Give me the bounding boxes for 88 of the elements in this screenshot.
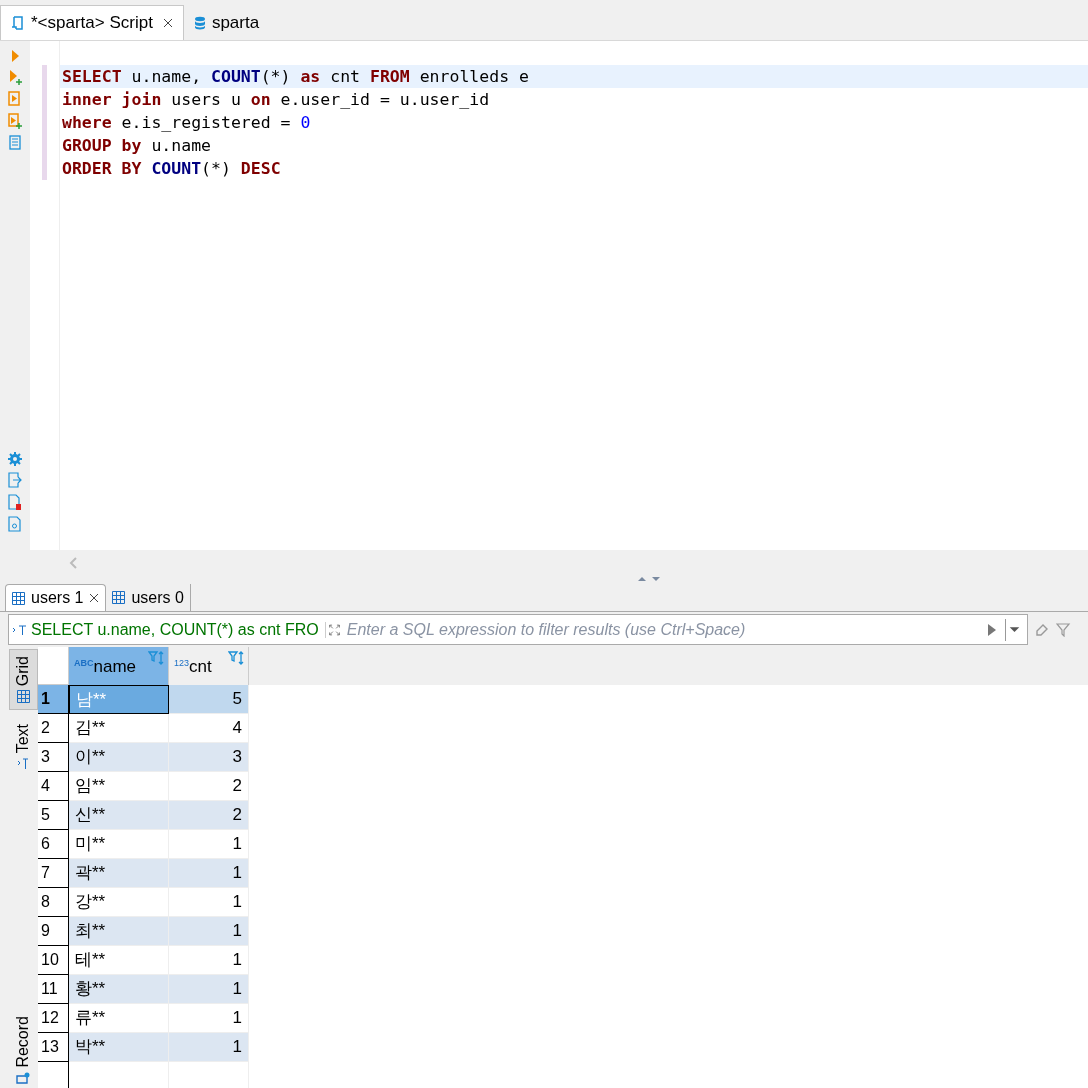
code-line: GROUP by u.name — [62, 136, 212, 155]
row-number[interactable]: 9 — [38, 917, 69, 946]
view-tab[interactable]: Grid — [8, 649, 38, 711]
table-cell: 류** — [69, 1004, 169, 1033]
close-icon[interactable] — [162, 18, 173, 28]
record-tab[interactable]: Record — [8, 1012, 38, 1088]
play-icon[interactable] — [987, 622, 997, 637]
table-cell: 1 — [169, 830, 249, 859]
column-label: cnt — [189, 655, 212, 678]
tab-label: *<sparta> Script — [31, 12, 153, 35]
row-number[interactable]: 6 — [38, 830, 69, 859]
table-cell: 박** — [69, 1033, 169, 1062]
script-icon — [11, 15, 25, 31]
result-tab[interactable]: users 1 — [5, 584, 107, 611]
row-number[interactable]: 1 — [38, 685, 69, 714]
table-cell: 최** — [69, 917, 169, 946]
table-cell: 1 — [169, 888, 249, 917]
table-cell: 이** — [69, 743, 169, 772]
eraser-icon[interactable] — [1034, 622, 1050, 637]
file-error-icon[interactable] — [8, 494, 22, 510]
table-cell: 2 — [169, 772, 249, 801]
table-cell: 1 — [169, 946, 249, 975]
explain-plan-icon[interactable] — [9, 135, 21, 151]
record-icon — [16, 1072, 30, 1084]
row-number[interactable]: 13 — [38, 1033, 69, 1062]
query-text: SELECT u.name, COUNT(*) as cnt FRO — [31, 619, 319, 640]
table-cell: 1 — [169, 917, 249, 946]
row-number[interactable]: 7 — [38, 859, 69, 888]
sash-arrows-icon[interactable] — [637, 576, 661, 582]
row-number[interactable]: 12 — [38, 1004, 69, 1033]
run-new-tab-icon[interactable] — [8, 69, 22, 85]
table-icon — [12, 591, 25, 605]
database-icon — [193, 15, 206, 30]
table-cell: 1 — [169, 859, 249, 888]
execute-script-new-tab-icon[interactable] — [8, 113, 22, 129]
grid-icon — [16, 690, 30, 704]
column-type: ABC — [74, 657, 94, 670]
grid-corner-header[interactable] — [38, 647, 69, 685]
table-cell: 신** — [69, 801, 169, 830]
table-cell: 임** — [69, 772, 169, 801]
table-icon — [112, 591, 126, 604]
row-number[interactable]: 8 — [38, 888, 69, 917]
row-number[interactable]: 5 — [38, 801, 69, 830]
view-tab[interactable]: Text — [8, 718, 38, 776]
export-icon[interactable] — [8, 472, 22, 488]
file-variables-icon[interactable] — [8, 516, 22, 532]
row-number[interactable]: 10 — [38, 946, 69, 975]
row-number[interactable]: 4 — [38, 772, 69, 801]
table-cell: 강** — [69, 888, 169, 917]
sql-editor[interactable]: SELECT u.name, COUNT(*) as cnt FROM enrolleds e inner join users u on e.user_id = u.user_id where e.is_registered = 0 GROUP by u.name ORDER BY COUNT(*) DESC — [60, 41, 1088, 550]
tab-label: users 1 — [31, 588, 84, 608]
code-line: where e.is_registered = 0 — [62, 113, 311, 132]
sql-text-icon — [12, 623, 28, 636]
table-cell: 곽** — [69, 859, 169, 888]
sort-filter-icon[interactable] — [148, 651, 166, 667]
table-cell: 테** — [69, 946, 169, 975]
code-line: ORDER BY COUNT(*) DESC — [62, 159, 281, 178]
expand-icon[interactable] — [324, 621, 341, 638]
row-number[interactable]: 2 — [38, 714, 69, 743]
row-number[interactable]: 3 — [38, 743, 69, 772]
table-cell: 김** — [69, 714, 169, 743]
column-type: 123 — [174, 657, 190, 668]
table-cell: 5 — [169, 685, 249, 714]
table-cell: 남** — [69, 685, 169, 714]
tab-label: users 0 — [131, 587, 184, 608]
editor-tab[interactable]: *<sparta> Script — [0, 5, 184, 40]
table-cell: 미** — [69, 830, 169, 859]
close-icon[interactable] — [89, 593, 100, 603]
table-cell: 1 — [169, 1004, 249, 1033]
tab-label: sparta — [211, 11, 260, 34]
scroll-left-icon[interactable] — [68, 557, 78, 569]
table-cell: 황** — [69, 975, 169, 1004]
table-cell: 4 — [169, 714, 249, 743]
row-number[interactable]: 11 — [38, 975, 69, 1004]
code-line: SELECT u.name, COUNT(*) as cnt FROM enrolleds e — [62, 67, 529, 86]
filter-icon[interactable] — [1056, 622, 1072, 637]
table-cell: 3 — [169, 743, 249, 772]
table-cell: 1 — [169, 1033, 249, 1062]
table-cell: 1 — [169, 975, 249, 1004]
result-tab[interactable]: users 0 — [106, 584, 191, 611]
sort-filter-icon[interactable] — [228, 651, 246, 667]
table-cell: 2 — [169, 801, 249, 830]
code-line: inner join users u on e.user_id = u.user_id — [62, 90, 490, 109]
run-icon[interactable] — [10, 49, 20, 63]
execute-script-icon[interactable] — [8, 91, 22, 107]
settings-icon[interactable] — [8, 452, 22, 466]
column-label: name — [93, 655, 137, 678]
text-icon — [17, 757, 29, 770]
